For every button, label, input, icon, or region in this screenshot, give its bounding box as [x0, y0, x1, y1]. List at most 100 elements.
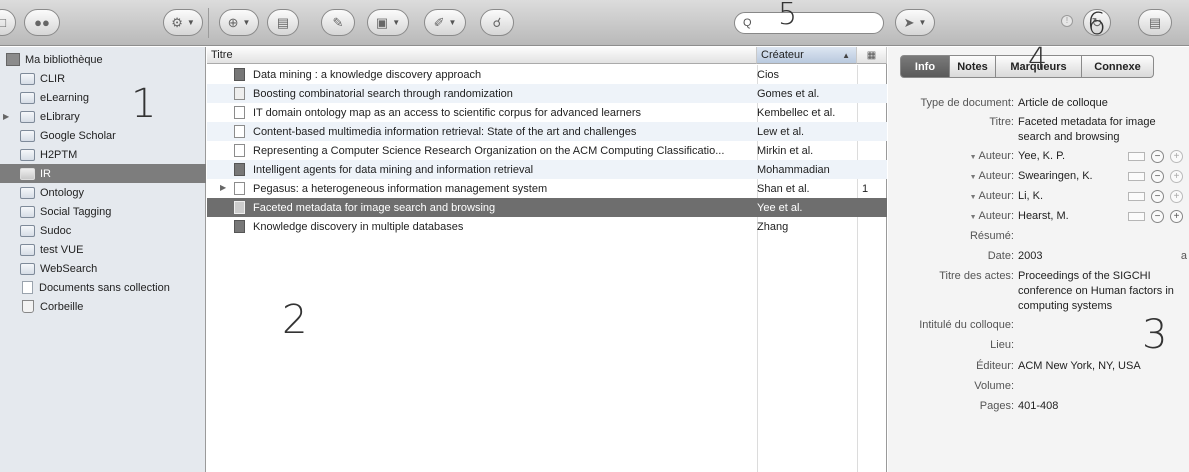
field-value[interactable]: 2003 [1018, 249, 1188, 264]
table-row[interactable]: Data mining : a knowledge discovery appr… [207, 65, 887, 84]
field-author: ▼ Auteur: Hearst, M. − + [888, 209, 1189, 225]
search-input[interactable] [757, 17, 858, 29]
collection-item[interactable]: Social Tagging [0, 202, 206, 221]
collection-unfiled[interactable]: Documents sans collection [0, 278, 206, 297]
toolbar: □ ●● ⚙ ▼ ⊕ ▼ ▤ ✎ ▣ ▼ ✐ ▼ ☌ Q ➤ ▼ ! ↻ ▤ [0, 0, 1189, 46]
swap-name-icon[interactable] [1128, 192, 1145, 201]
conference-paper-icon [234, 201, 245, 214]
create-note-button[interactable]: ▣ ▼ [367, 9, 409, 36]
folder-icon [20, 129, 35, 142]
plus-icon[interactable]: + [1170, 170, 1183, 183]
field-label[interactable]: ▼ Auteur: [970, 209, 1014, 225]
disclosure-triangle-icon[interactable]: ▶ [3, 112, 9, 121]
swap-name-icon[interactable] [1128, 212, 1145, 221]
field-label: Type de document: [920, 97, 1014, 109]
collection-label: Corbeille [40, 300, 84, 313]
minus-icon[interactable]: − [1151, 150, 1164, 163]
search-field[interactable]: Q [734, 12, 884, 34]
collection-item[interactable]: H2PTM [0, 145, 206, 164]
item-creator: Lew et al. [757, 125, 805, 138]
chevron-down-icon: ▼ [918, 18, 927, 27]
sync-error-indicator[interactable]: ! [1061, 15, 1073, 27]
book-icon [234, 68, 245, 81]
tab-notes[interactable]: Notes [950, 55, 996, 78]
collection-item[interactable]: Google Scholar [0, 126, 206, 145]
table-row[interactable]: Content-based multimedia information ret… [207, 122, 887, 141]
plus-icon[interactable]: + [1170, 150, 1183, 163]
field-value[interactable]: Proceedings of the SIGCHI conference on … [1018, 269, 1183, 314]
collection-my-library[interactable]: Ma bibliothèque [0, 50, 206, 69]
sort-ascending-icon: ▲ [842, 50, 850, 60]
column-header-creator[interactable]: Créateur ▲ [757, 47, 857, 64]
document-icon [234, 182, 245, 195]
paperclip-icon: ✐ [433, 14, 445, 30]
column-picker[interactable]: ▦ [857, 47, 887, 64]
locate-button[interactable]: ➤ ▼ [895, 9, 935, 36]
column-header-title[interactable]: Titre [207, 47, 757, 64]
collection-label: WebSearch [40, 262, 98, 275]
table-row[interactable]: ▶ Pegasus: a heterogeneous information m… [207, 179, 887, 198]
disclosure-triangle-icon[interactable]: ▶ [220, 183, 226, 192]
new-collection-button[interactable]: □ [0, 9, 16, 36]
collection-item[interactable]: Ontology [0, 183, 206, 202]
swap-name-icon[interactable] [1128, 172, 1145, 181]
note-icon: ▣ [375, 14, 389, 30]
field-value[interactable]: Faceted metadata for image search and br… [1018, 115, 1168, 145]
field-author: ▼ Auteur: Swearingen, K. − + [888, 169, 1189, 185]
field-author: ▼ Auteur: Yee, K. P. − + [888, 149, 1189, 165]
field-label: Titre: [989, 116, 1014, 128]
field-value[interactable]: 401-408 [1018, 399, 1188, 414]
field-label[interactable]: ▼ Auteur: [970, 169, 1014, 185]
collection-label: eLearning [40, 91, 89, 104]
advanced-search-button[interactable]: ☌ [480, 9, 514, 36]
author-controls: − + [1128, 150, 1183, 163]
field-label[interactable]: ▼ Auteur: [970, 189, 1014, 205]
collection-trash[interactable]: Corbeille [0, 297, 206, 316]
collection-item[interactable]: ▶ eLibrary [0, 107, 206, 126]
swap-name-icon[interactable] [1128, 152, 1145, 161]
field-label: Volume: [974, 380, 1014, 392]
item-title: Content-based multimedia information ret… [253, 125, 637, 138]
collection-label: Ma bibliothèque [25, 53, 103, 66]
tab-info[interactable]: Info [900, 55, 950, 78]
new-group-button[interactable]: ●● [24, 9, 60, 36]
document-icon [234, 144, 245, 157]
chevron-down-icon: ▼ [969, 194, 977, 201]
field-value[interactable]: ACM New York, NY, USA [1018, 359, 1188, 374]
table-row[interactable]: Representing a Computer Science Research… [207, 141, 887, 160]
minus-icon[interactable]: − [1151, 170, 1164, 183]
new-item-button[interactable]: ⊕ ▼ [219, 9, 259, 36]
plus-icon[interactable]: + [1170, 210, 1183, 223]
collection-item[interactable]: CLIR [0, 69, 206, 88]
table-row[interactable]: Knowledge discovery in multiple database… [207, 217, 887, 236]
tab-related[interactable]: Connexe [1082, 55, 1154, 78]
collection-item[interactable]: WebSearch [0, 259, 206, 278]
collection-item-selected[interactable]: IR [0, 164, 206, 183]
field-label: Titre des actes: [939, 270, 1014, 282]
folder-icon [20, 72, 35, 85]
field-label[interactable]: ▼ Auteur: [970, 149, 1014, 165]
plus-icon[interactable]: + [1170, 190, 1183, 203]
collection-label: Documents sans collection [39, 281, 170, 294]
add-by-identifier-button[interactable]: ✎ [321, 9, 355, 36]
item-title: Representing a Computer Science Research… [253, 144, 725, 157]
folder-icon [20, 224, 35, 237]
actions-menu-button[interactable]: ⚙ ▼ [163, 9, 203, 36]
minus-icon[interactable]: − [1151, 210, 1164, 223]
minus-icon[interactable]: − [1151, 190, 1164, 203]
collection-item[interactable]: Sudoc [0, 221, 206, 240]
table-row[interactable]: Boosting combinatorial search through ra… [207, 84, 887, 103]
table-row-selected[interactable]: Faceted metadata for image search and br… [207, 198, 887, 217]
table-row[interactable]: Intelligent agents for data mining and i… [207, 160, 887, 179]
collection-label: Ontology [40, 186, 85, 199]
chevron-down-icon: ▼ [969, 214, 977, 221]
fullscreen-button[interactable]: ▤ [1138, 9, 1172, 36]
table-row[interactable]: IT domain ontology map as an access to s… [207, 103, 887, 122]
magnifier-icon: ☌ [492, 14, 502, 30]
collection-item[interactable]: test VUE [0, 240, 206, 259]
add-attachment-button[interactable]: ✐ ▼ [424, 9, 466, 36]
field-value[interactable]: Article de colloque [1018, 96, 1188, 111]
new-item-from-page-button[interactable]: ▤ [267, 9, 299, 36]
plus-icon: ⊕ [227, 14, 239, 30]
collection-item[interactable]: eLearning [0, 88, 206, 107]
